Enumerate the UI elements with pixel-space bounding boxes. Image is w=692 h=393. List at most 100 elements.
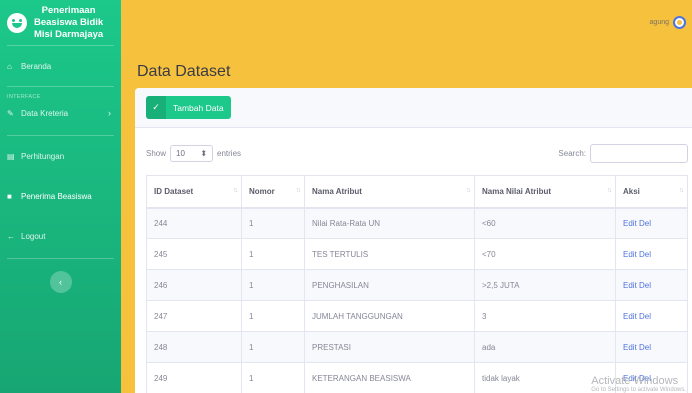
smile-icon bbox=[7, 12, 27, 33]
header-label: Nomor bbox=[249, 186, 275, 196]
brand-line-1: Penerimaan bbox=[41, 4, 96, 16]
delete-link[interactable]: Del bbox=[639, 312, 651, 321]
delete-link[interactable]: Del bbox=[639, 374, 651, 383]
wrench-icon: ✎ bbox=[7, 108, 14, 118]
show-label: Show bbox=[146, 148, 167, 158]
check-icon: ✓ bbox=[146, 96, 166, 119]
header-label: Aksi bbox=[623, 186, 640, 196]
sidebar-item-logout[interactable]: ← Logout bbox=[0, 216, 121, 256]
table-controls: Show 10 ⬍ entries Search: bbox=[146, 143, 688, 163]
edit-link[interactable]: Edit bbox=[623, 281, 637, 290]
cell-id: 244 bbox=[146, 207, 242, 239]
cell-aksi: Edit Del bbox=[615, 207, 688, 239]
sidebar-item-beranda[interactable]: ⌂ Beranda bbox=[0, 46, 121, 86]
edit-link[interactable]: Edit bbox=[623, 219, 637, 228]
cell-atribut: PRESTASI bbox=[304, 331, 475, 363]
cell-aksi: Edit Del bbox=[615, 300, 688, 332]
column-header-aksi[interactable]: Aksi ↑↓ bbox=[615, 175, 688, 209]
search-label: Search: bbox=[558, 148, 586, 158]
sidebar-toggle-button[interactable]: ‹ bbox=[49, 271, 72, 293]
cell-nilai: 3 bbox=[474, 300, 616, 332]
delete-link[interactable]: Del bbox=[639, 250, 651, 259]
topbar: agung bbox=[121, 0, 692, 45]
column-header-nama-atribut[interactable]: Nama Atribut ↑↓ bbox=[304, 175, 475, 209]
cell-id: 246 bbox=[146, 269, 242, 301]
sidebar-item-perhitungan[interactable]: ▤ Perhitungan bbox=[0, 136, 121, 176]
table-header-row: ID Dataset ↑↓ Nomor ↑↓ Nama Atribut ↑↓ Nama… bbox=[146, 175, 688, 209]
avatar[interactable] bbox=[673, 16, 686, 29]
card-header: ✓ Tambah Data bbox=[135, 88, 692, 128]
sort-icon: ↑↓ bbox=[296, 187, 301, 194]
delete-link[interactable]: Del bbox=[639, 281, 651, 290]
search-input[interactable] bbox=[590, 143, 688, 163]
entries-label: entries bbox=[217, 148, 242, 158]
cell-aksi: Edit Del bbox=[615, 238, 688, 270]
cell-nilai: <60 bbox=[474, 207, 616, 239]
cell-atribut: JUMLAH TANGGUNGAN bbox=[304, 300, 475, 332]
cell-atribut: KETERANGAN BEASISWA bbox=[304, 362, 475, 393]
header-label: ID Dataset bbox=[154, 186, 194, 196]
sort-icon: ↑↓ bbox=[679, 187, 684, 194]
chart-icon: ▤ bbox=[7, 151, 15, 161]
folder-icon: ■ bbox=[7, 191, 12, 201]
sidebar-item-penerima-beasiswa[interactable]: ■ Penerima Beasiswa bbox=[0, 176, 121, 216]
sidebar-heading: INTERFACE bbox=[7, 94, 41, 100]
add-data-button[interactable]: ✓ Tambah Data bbox=[146, 96, 231, 119]
cell-nomor: 1 bbox=[241, 238, 305, 270]
sidebar-item-label: Penerima Beasiswa bbox=[21, 191, 92, 201]
table-row: 247 1 JUMLAH TANGGUNGAN 3 Edit Del bbox=[146, 300, 688, 332]
cell-nomor: 1 bbox=[241, 300, 305, 332]
column-header-nama-nilai-atribut[interactable]: Nama Nilai Atribut ↑↓ bbox=[474, 175, 616, 209]
search-group: Search: bbox=[558, 143, 688, 163]
cell-nomor: 1 bbox=[241, 331, 305, 363]
column-header-id-dataset[interactable]: ID Dataset ↑↓ bbox=[146, 175, 242, 209]
sidebar-item-label: Logout bbox=[21, 231, 46, 241]
table-row: 246 1 PENGHASILAN >2,5 JUTA Edit Del bbox=[146, 269, 688, 301]
cell-nomor: 1 bbox=[241, 207, 305, 239]
sidebar-item-label: Perhitungan bbox=[21, 151, 65, 161]
sort-icon: ↑↓ bbox=[466, 187, 471, 194]
column-header-nomor[interactable]: Nomor ↑↓ bbox=[241, 175, 305, 209]
brand-link[interactable]: Penerimaan Beasiswa Bidik Misi Darmajaya bbox=[0, 0, 121, 45]
page-title: Data Dataset bbox=[137, 63, 231, 80]
dataset-card: ✓ Tambah Data Show 10 ⬍ entries Search: … bbox=[135, 88, 692, 393]
table-row: 249 1 KETERANGAN BEASISWA tidak layak Ed… bbox=[146, 362, 688, 393]
cell-id: 245 bbox=[146, 238, 242, 270]
cell-atribut: PENGHASILAN bbox=[304, 269, 475, 301]
brand-title: Penerimaan Beasiswa Bidik Misi Darmajaya bbox=[34, 5, 103, 41]
cell-nilai: ada bbox=[474, 331, 616, 363]
user-name[interactable]: agung bbox=[650, 19, 669, 26]
brand-line-2: Beasiswa Bidik bbox=[34, 16, 104, 28]
edit-link[interactable]: Edit bbox=[623, 343, 637, 352]
delete-link[interactable]: Del bbox=[639, 219, 651, 228]
edit-link[interactable]: Edit bbox=[623, 374, 637, 383]
add-data-label: Tambah Data bbox=[173, 102, 224, 113]
cell-nilai: tidak layak bbox=[474, 362, 616, 393]
sidebar-item-label: Data Kreteria bbox=[21, 108, 69, 118]
home-icon: ⌂ bbox=[7, 61, 12, 71]
cell-aksi: Edit Del bbox=[615, 362, 688, 393]
cell-aksi: Edit Del bbox=[615, 269, 688, 301]
edit-link[interactable]: Edit bbox=[623, 312, 637, 321]
entries-value: 10 bbox=[176, 148, 185, 158]
cell-nilai: >2,5 JUTA bbox=[474, 269, 616, 301]
edit-link[interactable]: Edit bbox=[623, 250, 637, 259]
table-row: 248 1 PRESTASI ada Edit Del bbox=[146, 331, 688, 363]
cell-id: 249 bbox=[146, 362, 242, 393]
cell-nilai: <70 bbox=[474, 238, 616, 270]
back-arrow-icon: ← bbox=[7, 231, 15, 241]
cell-atribut: TES TERTULIS bbox=[304, 238, 475, 270]
select-arrows-icon: ⬍ bbox=[200, 148, 208, 158]
sidebar-item-data-kreteria[interactable]: ✎ Data Kreteria › bbox=[0, 101, 121, 125]
dataset-table: ID Dataset ↑↓ Nomor ↑↓ Nama Atribut ↑↓ Nama… bbox=[146, 175, 688, 393]
chevron-left-icon: ‹ bbox=[59, 277, 62, 287]
sidebar-item-label: Beranda bbox=[21, 61, 52, 71]
delete-link[interactable]: Del bbox=[639, 343, 651, 352]
sort-icon: ↑↓ bbox=[233, 187, 238, 194]
brand-line-3: Misi Darmajaya bbox=[34, 28, 104, 40]
cell-nomor: 1 bbox=[241, 362, 305, 393]
main-content: Data Dataset ✓ Tambah Data Show 10 ⬍ ent… bbox=[121, 45, 692, 393]
cell-id: 247 bbox=[146, 300, 242, 332]
entries-select[interactable]: 10 ⬍ bbox=[170, 144, 214, 162]
sort-icon: ↑↓ bbox=[607, 187, 612, 194]
